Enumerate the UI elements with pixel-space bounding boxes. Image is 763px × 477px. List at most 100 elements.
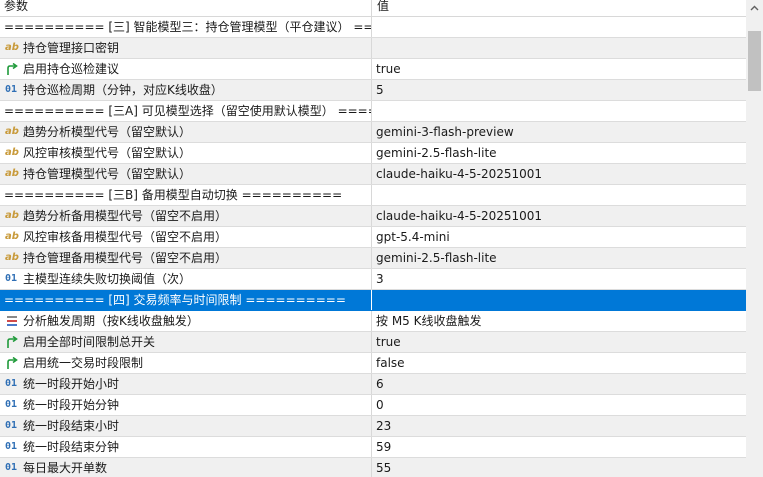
parameter-name-cell: 01 统一时段结束分钟 xyxy=(0,437,372,457)
parameter-value-cell xyxy=(372,101,746,121)
parameter-row[interactable]: ab 趋势分析备用模型代号（留空不启用） claude-haiku-4-5-2025… xyxy=(0,206,746,227)
string-type-icon: ab xyxy=(5,252,19,263)
parameter-value-cell[interactable]: true xyxy=(372,59,746,79)
parameter-name-cell: 01 统一时段结束小时 xyxy=(0,416,372,436)
parameter-label: 持仓管理接口密钥 xyxy=(23,41,120,55)
parameter-label: ========== [三B] 备用模型自动切换 ========== xyxy=(4,188,343,202)
scrollbar-thumb[interactable] xyxy=(748,31,761,91)
parameter-name-cell: ab 持仓管理模型代号（留空默认） xyxy=(0,164,372,184)
section-separator-row[interactable]: ========== [四] 交易频率与时间限制 ========== xyxy=(0,290,746,311)
section-separator-row[interactable]: ========== [三A] 可见模型选择（留空使用默认模型） =======… xyxy=(0,101,746,122)
parameter-label: 启用全部时间限制总开关 xyxy=(23,335,156,349)
parameter-label: 持仓管理备用模型代号（留空不启用） xyxy=(23,251,228,265)
parameter-label: 持仓巡检周期（分钟，对应K线收盘） xyxy=(23,83,223,97)
parameter-value-cell[interactable]: gemini-2.5-flash-lite xyxy=(372,248,746,268)
parameter-label: 趋势分析模型代号（留空默认） xyxy=(23,125,192,139)
string-type-icon: ab xyxy=(5,231,19,242)
parameter-value-cell[interactable]: 0 xyxy=(372,395,746,415)
number-type-icon: 01 xyxy=(5,378,18,389)
parameter-row[interactable]: ab 风控审核备用模型代号（留空不启用） gpt-5.4-mini xyxy=(0,227,746,248)
section-separator-row[interactable]: ========== [三B] 备用模型自动切换 ========== xyxy=(0,185,746,206)
toggle-arrow-icon xyxy=(5,357,20,369)
parameter-row[interactable]: 01 统一时段开始分钟 0 xyxy=(0,395,746,416)
parameter-label: 统一时段结束小时 xyxy=(23,419,120,433)
parameter-name-cell: 启用统一交易时段限制 xyxy=(0,353,372,373)
parameter-value-cell[interactable]: gemini-2.5-flash-lite xyxy=(372,143,746,163)
parameter-value-cell[interactable]: 6 xyxy=(372,374,746,394)
parameter-row[interactable]: ab 持仓管理备用模型代号（留空不启用） gemini-2.5-flash-lite xyxy=(0,248,746,269)
parameter-value-cell[interactable]: 3 xyxy=(372,269,746,289)
parameter-value-cell[interactable]: 23 xyxy=(372,416,746,436)
parameter-label: 风控审核模型代号（留空默认） xyxy=(23,146,192,160)
parameter-row[interactable]: 分析触发周期（按K线收盘触发） 按 M5 K线收盘触发 xyxy=(0,311,746,332)
parameter-row[interactable]: 启用持仓巡检建议 true xyxy=(0,59,746,80)
parameter-name-cell: 分析触发周期（按K线收盘触发） xyxy=(0,311,372,331)
parameter-row[interactable]: 启用全部时间限制总开关 true xyxy=(0,332,746,353)
parameter-row[interactable]: 01 统一时段结束分钟 59 xyxy=(0,437,746,458)
parameter-row[interactable]: ab 持仓管理模型代号（留空默认） claude-haiku-4-5-2025100… xyxy=(0,164,746,185)
parameter-value-cell[interactable]: claude-haiku-4-5-20251001 xyxy=(372,206,746,226)
parameter-value-cell[interactable]: 55 xyxy=(372,458,746,477)
parameter-value-cell[interactable]: gemini-3-flash-preview xyxy=(372,122,746,142)
parameter-label: 统一时段结束分钟 xyxy=(23,440,120,454)
number-type-icon: 01 xyxy=(5,462,18,473)
parameter-label: ========== [三A] 可见模型选择（留空使用默认模型） =======… xyxy=(4,104,371,118)
parameter-row[interactable]: 01 统一时段结束小时 23 xyxy=(0,416,746,437)
section-separator-row[interactable]: ========== [三] 智能模型三：持仓管理模型（平仓建议） ======… xyxy=(0,17,746,38)
parameter-value-cell[interactable]: 按 M5 K线收盘触发 xyxy=(372,311,746,331)
parameter-name-cell: ========== [四] 交易频率与时间限制 ========== xyxy=(0,290,372,310)
parameter-value-cell xyxy=(372,17,746,37)
parameter-name-cell: ab 风控审核备用模型代号（留空不启用） xyxy=(0,227,372,247)
parameter-row[interactable]: 01 主模型连续失败切换阈值（次） 3 xyxy=(0,269,746,290)
parameter-row[interactable]: ab 持仓管理接口密钥 xyxy=(0,38,746,59)
parameter-label: 启用持仓巡检建议 xyxy=(23,62,120,76)
string-type-icon: ab xyxy=(5,147,19,158)
parameter-label: 每日最大开单数 xyxy=(23,461,108,475)
vertical-scrollbar[interactable] xyxy=(746,0,763,477)
parameter-row[interactable]: 启用统一交易时段限制 false xyxy=(0,353,746,374)
parameter-name-cell: 启用全部时间限制总开关 xyxy=(0,332,372,352)
parameter-row[interactable]: 01 统一时段开始小时 6 xyxy=(0,374,746,395)
parameter-name-cell: ab 持仓管理备用模型代号（留空不启用） xyxy=(0,248,372,268)
column-header-name[interactable]: 参数 xyxy=(0,0,372,16)
scroll-up-arrow-icon[interactable] xyxy=(746,0,763,17)
parameter-name-cell: ab 趋势分析模型代号（留空默认） xyxy=(0,122,372,142)
parameter-value-cell[interactable]: false xyxy=(372,353,746,373)
parameter-value-cell xyxy=(372,290,746,310)
parameter-name-cell: ab 持仓管理接口密钥 xyxy=(0,38,372,58)
parameter-label: 主模型连续失败切换阈值（次） xyxy=(23,272,192,286)
toggle-arrow-icon xyxy=(5,336,20,348)
parameter-row[interactable]: ab 趋势分析模型代号（留空默认） gemini-3-flash-preview xyxy=(0,122,746,143)
parameter-value-cell[interactable]: true xyxy=(372,332,746,352)
parameter-name-cell: ab 趋势分析备用模型代号（留空不启用） xyxy=(0,206,372,226)
toggle-arrow-icon xyxy=(5,63,20,75)
string-type-icon: ab xyxy=(5,210,19,221)
parameter-value-cell[interactable]: claude-haiku-4-5-20251001 xyxy=(372,164,746,184)
parameter-name-cell: ========== [三B] 备用模型自动切换 ========== xyxy=(0,185,372,205)
parameter-name-cell: ========== [三] 智能模型三：持仓管理模型（平仓建议） ======… xyxy=(0,17,372,37)
parameter-value-cell xyxy=(372,185,746,205)
parameter-row[interactable]: ab 风控审核模型代号（留空默认） gemini-2.5-flash-lite xyxy=(0,143,746,164)
column-header-value[interactable]: 值 xyxy=(372,0,746,16)
parameter-name-cell: 01 统一时段开始小时 xyxy=(0,374,372,394)
parameter-label: ========== [四] 交易频率与时间限制 ========== xyxy=(4,293,346,307)
parameter-label: 统一时段开始小时 xyxy=(23,377,120,391)
parameter-name-cell: 01 主模型连续失败切换阈值（次） xyxy=(0,269,372,289)
parameter-value-cell[interactable]: 5 xyxy=(372,80,746,100)
parameter-label: 风控审核备用模型代号（留空不启用） xyxy=(23,230,228,244)
parameter-row[interactable]: 01 持仓巡检周期（分钟，对应K线收盘） 5 xyxy=(0,80,746,101)
number-type-icon: 01 xyxy=(5,441,18,452)
parameter-name-cell: 01 持仓巡检周期（分钟，对应K线收盘） xyxy=(0,80,372,100)
string-type-icon: ab xyxy=(5,42,19,53)
grid-header: 参数 值 xyxy=(0,0,746,17)
string-type-icon: ab xyxy=(5,168,19,179)
number-type-icon: 01 xyxy=(5,420,18,431)
parameter-value-cell[interactable]: 59 xyxy=(372,437,746,457)
parameter-row[interactable]: 01 每日最大开单数 55 xyxy=(0,458,746,477)
parameter-name-cell: ========== [三A] 可见模型选择（留空使用默认模型） =======… xyxy=(0,101,372,121)
parameter-value-cell[interactable] xyxy=(372,38,746,58)
parameter-label: 启用统一交易时段限制 xyxy=(23,356,144,370)
list-icon xyxy=(5,315,20,327)
parameter-value-cell[interactable]: gpt-5.4-mini xyxy=(372,227,746,247)
parameter-name-cell: ab 风控审核模型代号（留空默认） xyxy=(0,143,372,163)
